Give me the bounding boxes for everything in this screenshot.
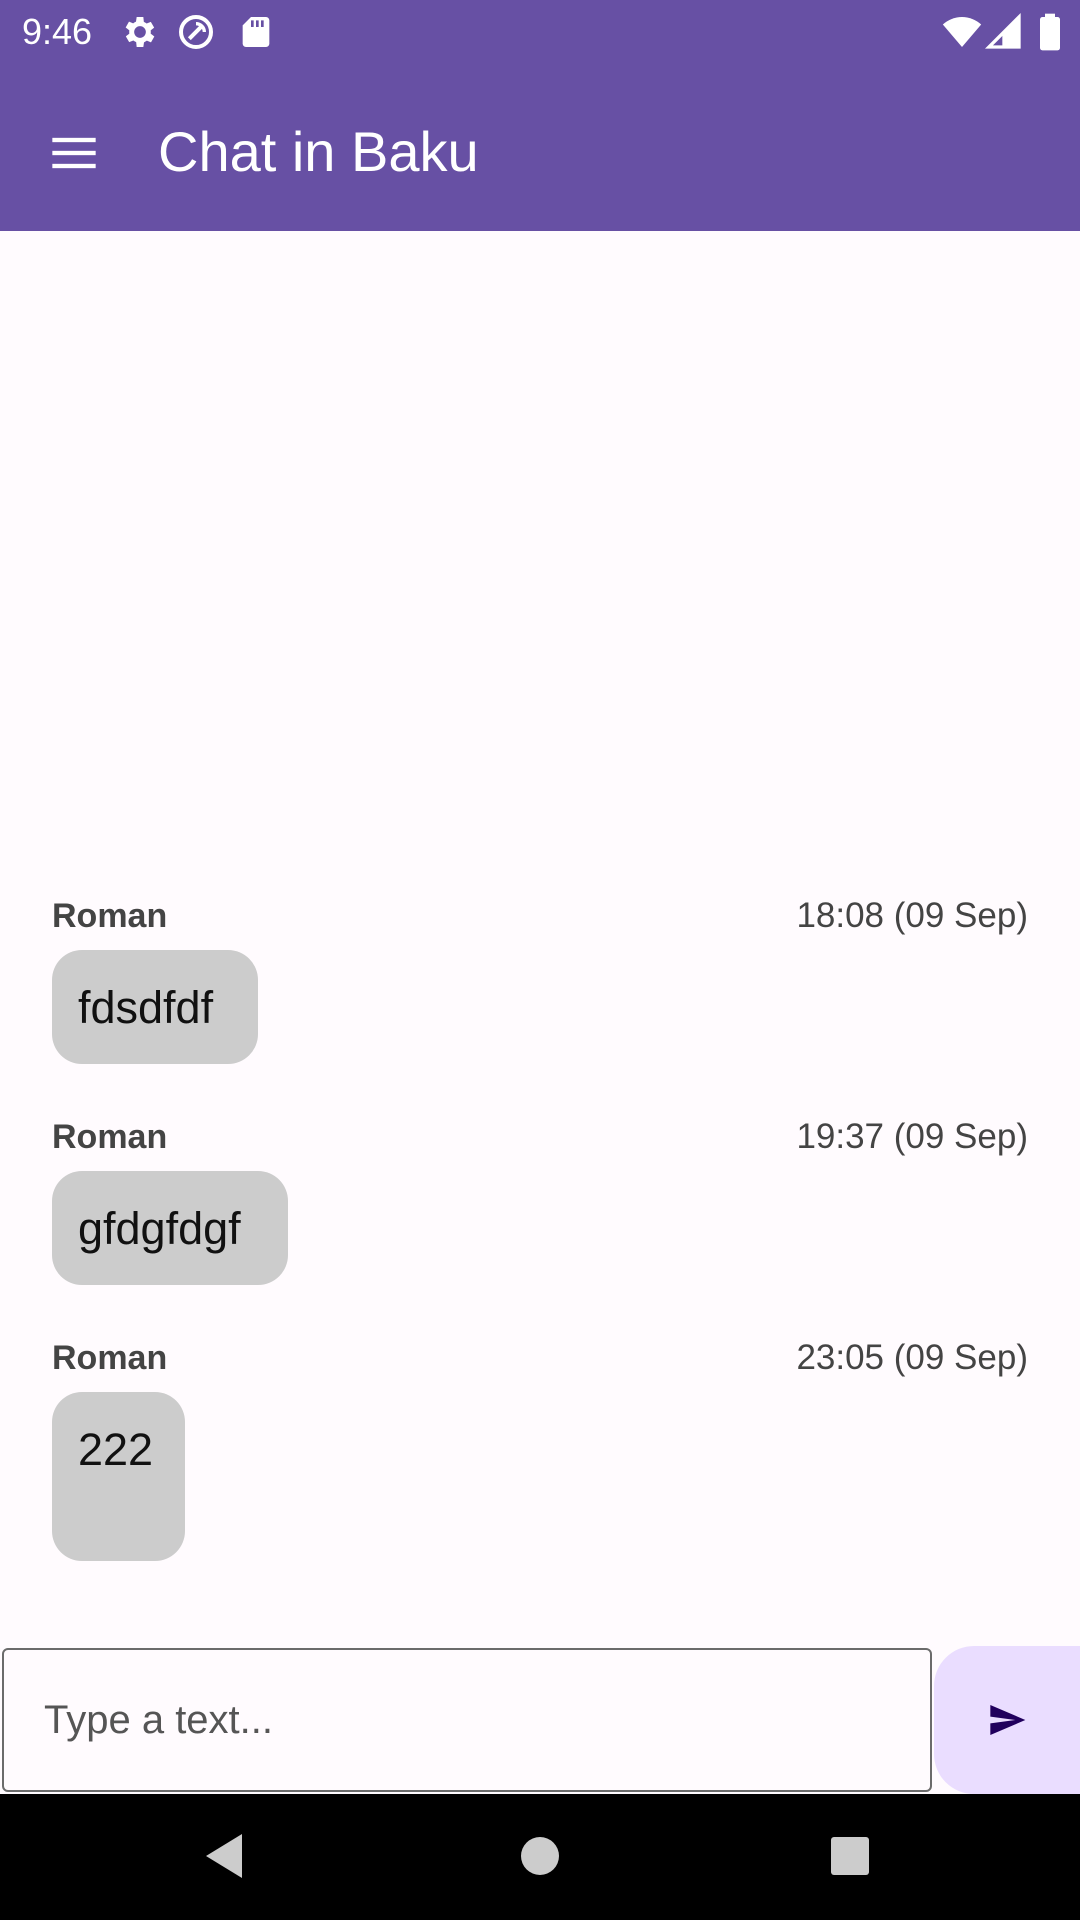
home-icon — [521, 1837, 559, 1875]
back-button[interactable] — [194, 1826, 254, 1886]
recents-button[interactable] — [820, 1826, 880, 1886]
message-item: Roman 23:05 (09 Sep) 222 — [52, 1336, 1028, 1564]
message-text: fdsdfdf — [78, 982, 214, 1033]
message-time: 18:08 (09 Sep) — [796, 896, 1028, 935]
gear-icon — [120, 12, 160, 52]
message-item: Roman 18:08 (09 Sep) fdsdfdf — [52, 894, 1028, 1068]
message-composer — [0, 1646, 1080, 1794]
wifi-icon — [942, 12, 982, 52]
battery-icon — [1030, 12, 1070, 52]
chat-screen: 9:46 Chat in Baku Roman 18:08 (09 Sep) f… — [0, 0, 1080, 1920]
sd-card-icon — [236, 12, 276, 52]
message-item: Roman 19:37 (09 Sep) gfdgfdgf — [52, 1115, 1028, 1289]
page-title: Chat in Baku — [158, 120, 479, 183]
message-sender: Roman — [52, 897, 168, 935]
home-button[interactable] — [510, 1826, 570, 1886]
message-bubble[interactable]: gfdgfdgf — [52, 1171, 288, 1285]
message-sender: Roman — [52, 1118, 168, 1156]
send-button[interactable] — [934, 1646, 1080, 1794]
message-bubble[interactable]: 222 — [52, 1392, 185, 1561]
message-text: 222 — [78, 1424, 154, 1475]
back-icon — [206, 1834, 242, 1878]
message-input[interactable] — [2, 1648, 932, 1792]
signal-icon — [984, 12, 1024, 52]
message-time: 19:37 (09 Sep) — [796, 1117, 1028, 1156]
app-bar: Chat in Baku — [0, 64, 1080, 231]
navigation-bar — [0, 1794, 1080, 1920]
recents-icon — [831, 1837, 869, 1875]
message-sender: Roman — [52, 1339, 168, 1377]
status-time: 9:46 — [22, 11, 93, 52]
message-list[interactable]: Roman 18:08 (09 Sep) fdsdfdf Roman 19:37… — [0, 231, 1080, 1646]
sync-off-icon — [176, 12, 216, 52]
send-icon — [990, 1705, 1026, 1735]
menu-button[interactable] — [36, 115, 111, 190]
message-text: gfdgfdgf — [78, 1203, 241, 1254]
hamburger-menu-icon — [51, 137, 96, 168]
status-bar: 9:46 — [0, 0, 1080, 64]
message-time: 23:05 (09 Sep) — [796, 1338, 1028, 1377]
message-bubble[interactable]: fdsdfdf — [52, 950, 258, 1064]
